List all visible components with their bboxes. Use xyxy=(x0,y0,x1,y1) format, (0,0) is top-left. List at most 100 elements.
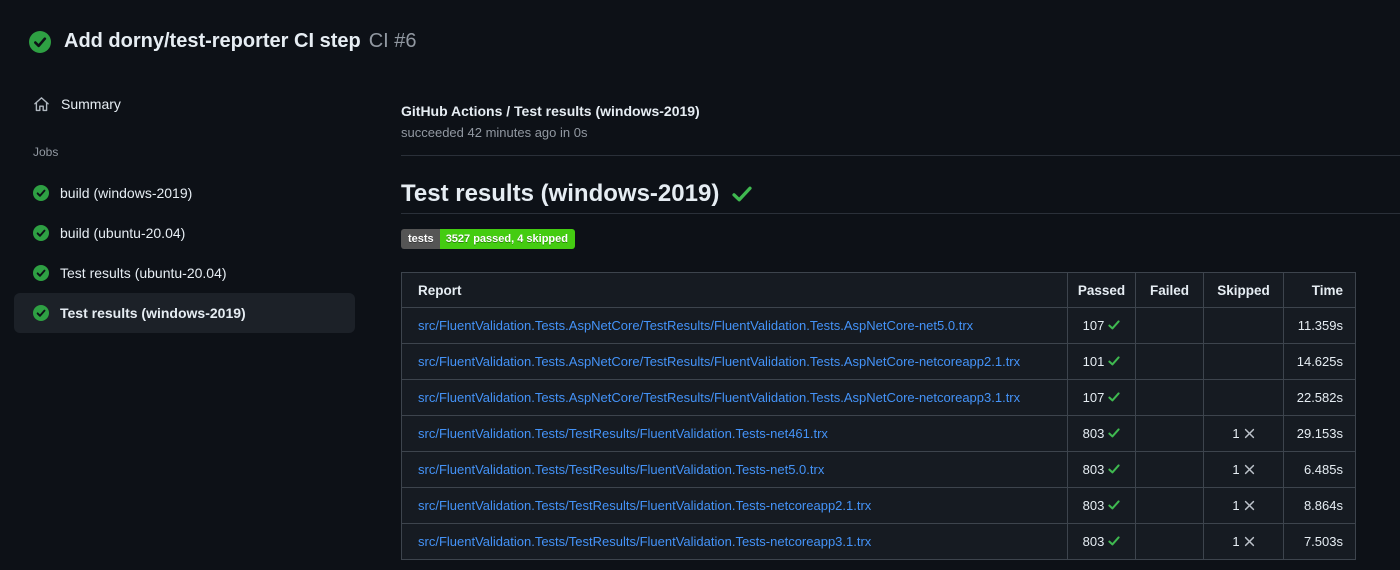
skipped-x-icon xyxy=(1244,500,1254,511)
passed-check-icon xyxy=(1108,536,1120,546)
time-value: 11.359s xyxy=(1297,318,1343,333)
time-cell: 14.625s xyxy=(1283,343,1356,380)
time-cell: 7.503s xyxy=(1283,523,1356,560)
column-header-skipped: Skipped xyxy=(1203,272,1284,308)
passed-cell: 803 xyxy=(1067,451,1136,488)
sidebar-job-label: build (windows-2019) xyxy=(60,185,193,201)
test-results-table: Report Passed Failed Skipped Time src/Fl… xyxy=(401,272,1356,560)
column-header-report: Report xyxy=(401,272,1068,308)
sidebar-job-label: Test results (windows-2019) xyxy=(60,305,246,321)
passed-count: 101 xyxy=(1082,354,1105,369)
skipped-cell xyxy=(1203,307,1284,344)
report-link[interactable]: src/FluentValidation.Tests/TestResults/F… xyxy=(418,498,871,513)
passed-cell: 803 xyxy=(1067,487,1136,524)
report-link[interactable]: src/FluentValidation.Tests.AspNetCore/Te… xyxy=(418,318,973,333)
success-check-icon xyxy=(732,186,752,202)
skipped-cell: 1 xyxy=(1203,415,1284,452)
time-value: 8.864s xyxy=(1303,498,1343,513)
passed-check-icon xyxy=(1108,320,1120,330)
skipped-x-icon xyxy=(1244,464,1254,475)
table-row: src/FluentValidation.Tests.AspNetCore/Te… xyxy=(401,379,1356,416)
passed-check-icon xyxy=(1108,356,1120,366)
passed-cell: 107 xyxy=(1067,307,1136,344)
skipped-cell: 1 xyxy=(1203,523,1284,560)
failed-cell xyxy=(1135,415,1204,452)
report-link[interactable]: src/FluentValidation.Tests/TestResults/F… xyxy=(418,426,828,441)
column-header-passed: Passed xyxy=(1067,272,1136,308)
failed-cell xyxy=(1135,451,1204,488)
divider xyxy=(401,213,1400,214)
run-number: CI #6 xyxy=(368,30,417,52)
time-cell: 29.153s xyxy=(1283,415,1356,452)
tests-badge-value: 3527 passed, 4 skipped xyxy=(439,229,575,249)
table-header-row: Report Passed Failed Skipped Time xyxy=(401,272,1356,308)
check-run-status-line: succeeded 42 minutes ago in 0s xyxy=(401,125,588,140)
report-link[interactable]: src/FluentValidation.Tests.AspNetCore/Te… xyxy=(418,390,1020,405)
passed-count: 803 xyxy=(1082,534,1105,549)
check-run-breadcrumb-title: GitHub Actions / Test results (windows-2… xyxy=(401,103,700,119)
passed-check-icon xyxy=(1108,464,1120,474)
skipped-cell xyxy=(1203,379,1284,416)
passed-count: 803 xyxy=(1082,462,1105,477)
table-row: src/FluentValidation.Tests/TestResults/F… xyxy=(401,451,1356,488)
passed-cell: 803 xyxy=(1067,415,1136,452)
skipped-x-icon xyxy=(1244,536,1254,547)
skipped-count: 1 xyxy=(1232,498,1240,513)
run-header: Add dorny/test-reporter CI step CI #6 xyxy=(29,30,417,53)
skipped-x-icon xyxy=(1244,428,1254,439)
success-check-circle-icon xyxy=(33,185,49,201)
time-value: 7.503s xyxy=(1303,534,1343,549)
time-cell: 8.864s xyxy=(1283,487,1356,524)
divider xyxy=(401,155,1400,156)
jobs-list: build (windows-2019) build (ubuntu-20.04… xyxy=(14,173,355,333)
run-title: Add dorny/test-reporter CI step xyxy=(64,30,361,52)
sidebar-job-item[interactable]: Test results (ubuntu-20.04) xyxy=(14,253,355,293)
time-cell: 22.582s xyxy=(1283,379,1356,416)
success-check-circle-icon xyxy=(29,30,51,53)
table-row: src/FluentValidation.Tests.AspNetCore/Te… xyxy=(401,343,1356,380)
passed-cell: 101 xyxy=(1067,343,1136,380)
time-value: 22.582s xyxy=(1296,390,1343,405)
workflow-run-page: Add dorny/test-reporter CI step CI #6 Su… xyxy=(0,0,1400,570)
skipped-cell xyxy=(1203,343,1284,380)
table-row: src/FluentValidation.Tests.AspNetCore/Te… xyxy=(401,307,1356,344)
sidebar-job-item[interactable]: build (windows-2019) xyxy=(14,173,355,213)
table-body: src/FluentValidation.Tests.AspNetCore/Te… xyxy=(401,307,1356,560)
report-link[interactable]: src/FluentValidation.Tests.AspNetCore/Te… xyxy=(418,354,1020,369)
success-check-circle-icon xyxy=(33,265,49,281)
sidebar-job-item[interactable]: Test results (windows-2019) xyxy=(14,293,355,333)
time-cell: 11.359s xyxy=(1283,307,1356,344)
time-value: 14.625s xyxy=(1296,354,1343,369)
jobs-section-label: Jobs xyxy=(33,145,59,159)
skipped-cell: 1 xyxy=(1203,487,1284,524)
skipped-count: 1 xyxy=(1232,426,1240,441)
passed-cell: 803 xyxy=(1067,523,1136,560)
report-link[interactable]: src/FluentValidation.Tests/TestResults/F… xyxy=(418,462,824,477)
sidebar-job-label: build (ubuntu-20.04) xyxy=(60,225,186,241)
time-value: 29.153s xyxy=(1296,426,1343,441)
failed-cell xyxy=(1135,307,1204,344)
sidebar-job-item[interactable]: build (ubuntu-20.04) xyxy=(14,213,355,253)
skipped-count: 1 xyxy=(1232,534,1240,549)
failed-cell xyxy=(1135,379,1204,416)
home-icon xyxy=(34,96,49,111)
passed-count: 107 xyxy=(1082,318,1105,333)
passed-check-icon xyxy=(1108,500,1120,510)
time-value: 6.485s xyxy=(1303,462,1343,477)
failed-cell xyxy=(1135,487,1204,524)
time-cell: 6.485s xyxy=(1283,451,1356,488)
section-heading-text: Test results (windows-2019) xyxy=(401,180,720,207)
tests-badge: tests 3527 passed, 4 skipped xyxy=(401,229,575,249)
column-header-time: Time xyxy=(1283,272,1356,308)
passed-cell: 107 xyxy=(1067,379,1136,416)
report-link[interactable]: src/FluentValidation.Tests/TestResults/F… xyxy=(418,534,871,549)
table-row: src/FluentValidation.Tests/TestResults/F… xyxy=(401,415,1356,452)
success-check-circle-icon xyxy=(33,225,49,241)
sidebar-summary-label: Summary xyxy=(61,96,121,112)
failed-cell xyxy=(1135,343,1204,380)
table-row: src/FluentValidation.Tests/TestResults/F… xyxy=(401,523,1356,560)
column-header-failed: Failed xyxy=(1135,272,1204,308)
sidebar-item-summary[interactable]: Summary xyxy=(14,88,374,120)
failed-cell xyxy=(1135,523,1204,560)
passed-check-icon xyxy=(1108,392,1120,402)
